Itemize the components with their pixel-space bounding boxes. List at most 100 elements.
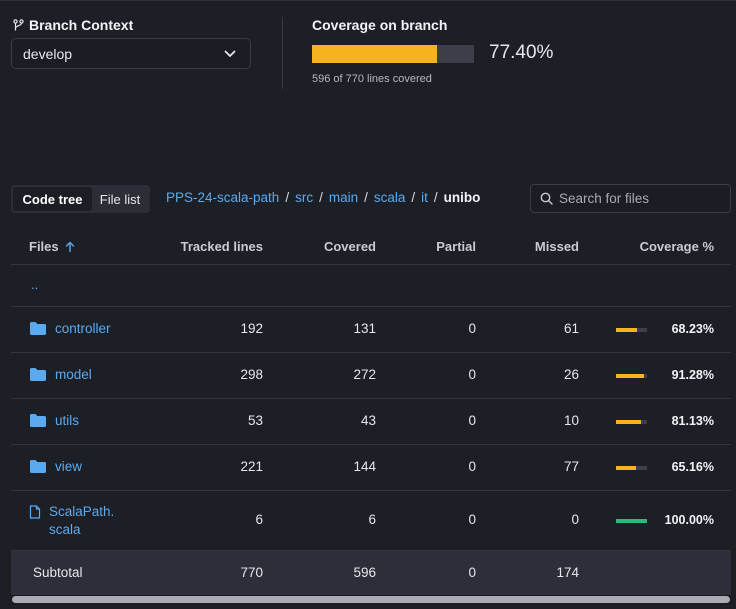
coverage-summary: 596 of 770 lines covered [312, 73, 432, 85]
scrollbar-thumb[interactable] [12, 596, 730, 603]
breadcrumb-separator: / [433, 190, 438, 205]
coverage-progress-bar [312, 45, 474, 63]
folder-icon [29, 459, 47, 474]
branch-select-value: develop [23, 45, 73, 62]
folder-icon [29, 413, 47, 428]
row-name: ScalaPath. scala [29, 503, 114, 539]
row-coverage-percent: 81.13% [671, 414, 714, 428]
row-partial: 0 [468, 321, 476, 336]
sort-ascending-icon [65, 241, 74, 252]
row-coverage-percent: 91.28% [671, 368, 714, 382]
row-tracked-lines: 192 [240, 321, 263, 336]
subtotal-covered: 596 [353, 565, 376, 580]
row-name-link[interactable]: view [55, 459, 82, 474]
git-branch-icon [13, 19, 24, 31]
subtotal-row: Subtotal 770 596 0 174 [11, 551, 731, 595]
row-missed: 26 [563, 367, 579, 382]
header-covered[interactable]: Covered [324, 239, 376, 254]
top-border [0, 0, 736, 1]
horizontal-scrollbar[interactable] [11, 595, 731, 605]
row-coverage-percent: 100.00% [664, 513, 714, 527]
folder-icon [29, 367, 47, 382]
row-covered: 272 [353, 367, 376, 382]
row-coverage-bar [616, 420, 647, 424]
table-row[interactable]: ScalaPath. scala 6 6 0 0 100.00% [11, 491, 731, 551]
row-name: view [29, 459, 82, 474]
search-input[interactable] [559, 191, 719, 206]
tab-code-tree[interactable]: Code tree [13, 187, 92, 211]
row-name-link[interactable]: model [55, 367, 92, 382]
header-files-label: Files [29, 239, 59, 254]
subtotal-tracked: 770 [240, 565, 263, 580]
row-missed: 77 [563, 459, 579, 474]
row-coverage-bar [616, 466, 647, 470]
header-coverage[interactable]: Coverage % [640, 239, 714, 254]
breadcrumb-link[interactable]: src [295, 190, 313, 205]
table-row[interactable]: utils 53 43 0 10 81.13% [11, 399, 731, 445]
breadcrumb-current: unibo [443, 190, 481, 205]
row-tracked-lines: 6 [255, 512, 263, 527]
row-tracked-lines: 53 [247, 413, 263, 428]
search-icon [540, 192, 553, 205]
folder-icon [29, 321, 47, 336]
row-partial: 0 [468, 459, 476, 474]
breadcrumb-separator: / [411, 190, 416, 205]
row-name: utils [29, 413, 79, 428]
row-missed: 0 [571, 512, 579, 527]
header-missed[interactable]: Missed [535, 239, 579, 254]
row-name-line: scala [49, 522, 81, 537]
row-covered: 144 [353, 459, 376, 474]
row-name: model [29, 367, 92, 382]
row-name: controller [29, 321, 111, 336]
header-partial[interactable]: Partial [436, 239, 476, 254]
row-coverage-bar-fill [616, 519, 647, 523]
breadcrumb-link[interactable]: PPS-24-scala-path [166, 190, 279, 205]
breadcrumb-link[interactable]: scala [374, 190, 406, 205]
branch-context-label: Branch Context [29, 17, 134, 33]
table-row[interactable]: controller 192 131 0 61 68.23% [11, 307, 731, 353]
row-partial: 0 [468, 413, 476, 428]
row-coverage-percent: 65.16% [671, 460, 714, 474]
coverage-percent: 77.40% [489, 42, 554, 63]
row-covered: 6 [368, 512, 376, 527]
subtotal-partial: 0 [468, 565, 476, 580]
row-coverage-bar [616, 374, 647, 378]
row-coverage-bar-fill [616, 466, 637, 470]
row-partial: 0 [468, 367, 476, 382]
subtotal-label: Subtotal [33, 565, 83, 580]
view-toggle: Code tree File list [11, 185, 150, 213]
row-name-link[interactable]: ScalaPath. scala [49, 503, 114, 539]
parent-directory-row[interactable]: .. [11, 265, 731, 307]
row-name-link[interactable]: controller [55, 321, 111, 336]
row-missed: 61 [563, 321, 579, 336]
branch-select[interactable]: develop [11, 38, 251, 69]
row-name-line: ScalaPath. [49, 504, 115, 519]
breadcrumb: PPS-24-scala-path / src / main / scala /… [166, 190, 480, 205]
breadcrumb-separator: / [319, 190, 323, 205]
subtotal-missed: 174 [556, 565, 579, 580]
row-coverage-bar-fill [616, 328, 638, 332]
table-row[interactable]: model 298 272 0 26 91.28% [11, 353, 731, 399]
table-row[interactable]: view 221 144 0 77 65.16% [11, 445, 731, 491]
row-coverage-percent: 68.23% [671, 322, 714, 336]
breadcrumb-link[interactable]: it [421, 190, 428, 205]
chevron-down-icon [224, 50, 236, 57]
row-covered: 131 [353, 321, 376, 336]
parent-directory-link[interactable]: .. [31, 277, 38, 292]
branch-context-title: Branch Context [13, 17, 133, 33]
breadcrumb-separator: / [285, 190, 290, 205]
coverage-progress-fill [312, 45, 438, 63]
header-tracked-lines[interactable]: Tracked lines [181, 239, 263, 254]
header-files[interactable]: Files [29, 239, 75, 254]
header-divider [282, 17, 283, 89]
row-coverage-bar-fill [616, 420, 642, 424]
coverage-title: Coverage on branch [312, 17, 448, 33]
search-box [530, 184, 731, 213]
row-partial: 0 [468, 512, 476, 527]
row-name-link[interactable]: utils [55, 413, 79, 428]
breadcrumb-link[interactable]: main [329, 190, 358, 205]
tab-file-list[interactable]: File list [92, 187, 148, 211]
file-icon [29, 505, 41, 519]
breadcrumb-separator: / [364, 190, 368, 205]
row-coverage-bar [616, 328, 647, 332]
